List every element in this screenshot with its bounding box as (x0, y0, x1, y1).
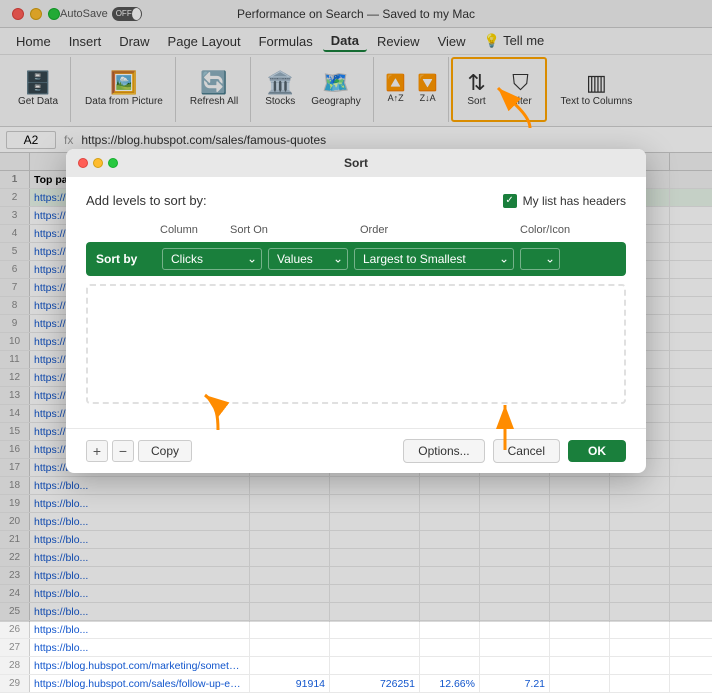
cell-d[interactable] (420, 657, 480, 674)
ok-button[interactable]: OK (568, 440, 626, 462)
order-select-wrap: Largest to Smallest Smallest to Largest … (354, 248, 514, 270)
cell-e[interactable] (480, 621, 550, 638)
footer-right-buttons: Options... Cancel OK (403, 439, 626, 463)
dialog-traffic-lights (78, 158, 118, 168)
cell-d[interactable] (420, 621, 480, 638)
sort-by-label: Sort by (96, 252, 156, 266)
cell-c[interactable] (330, 657, 420, 674)
row-number: 27 (0, 639, 30, 656)
dialog-title: Sort (344, 156, 368, 170)
cell-f[interactable] (550, 639, 610, 656)
color-select[interactable] (520, 248, 560, 270)
cell-c[interactable] (330, 621, 420, 638)
table-row[interactable]: 28 https://blog.hubspot.com/marketing/so… (0, 657, 712, 675)
order-select[interactable]: Largest to Smallest Smallest to Largest … (354, 248, 514, 270)
column-header: Column (90, 224, 210, 236)
options-button[interactable]: Options... (403, 439, 484, 463)
copy-level-button[interactable]: Copy (138, 440, 192, 462)
cell-d[interactable] (420, 639, 480, 656)
cell-a[interactable]: https://blog.hubspot.com/sales/follow-up… (30, 675, 250, 692)
cell-g[interactable] (610, 675, 670, 692)
cell-e[interactable] (480, 657, 550, 674)
row-number: 29 (0, 675, 30, 692)
dialog-titlebar: Sort (66, 149, 646, 177)
cell-b[interactable] (250, 657, 330, 674)
sort-on-select[interactable]: Values Cell Color Font Color (268, 248, 348, 270)
cell-e[interactable]: 7.21 (480, 675, 550, 692)
cancel-button[interactable]: Cancel (493, 439, 560, 463)
cell-f[interactable] (550, 675, 610, 692)
cell-g[interactable] (610, 639, 670, 656)
dialog-header-row: Add levels to sort by: ✓ My list has hea… (86, 193, 626, 208)
dialog-body: Add levels to sort by: ✓ My list has hea… (66, 177, 646, 428)
dialog-minimize-button[interactable] (93, 158, 103, 168)
delete-level-button[interactable]: − (112, 440, 134, 462)
dialog-close-button[interactable] (78, 158, 88, 168)
cell-g[interactable] (610, 657, 670, 674)
cell-a[interactable]: https://blo... (30, 621, 250, 638)
cell-b[interactable] (250, 639, 330, 656)
cell-c[interactable]: 726251 (330, 675, 420, 692)
table-row[interactable]: 29 https://blog.hubspot.com/sales/follow… (0, 675, 712, 693)
my-list-label: My list has headers (523, 194, 626, 208)
order-header: Order (340, 224, 510, 236)
my-list-headers-checkbox[interactable]: ✓ My list has headers (503, 194, 626, 208)
cell-g[interactable] (610, 621, 670, 638)
sort-row: Sort by Clicks Top pages Impressions CTR… (86, 242, 626, 276)
sort-columns-header: Column Sort On Order Color/Icon (86, 224, 626, 236)
dialog-maximize-button[interactable] (108, 158, 118, 168)
add-levels-text: Add levels to sort by: (86, 193, 207, 208)
row-number: 28 (0, 657, 30, 674)
add-level-button[interactable]: + (86, 440, 108, 462)
cell-a[interactable]: https://blo... (30, 639, 250, 656)
row-number: 26 (0, 621, 30, 638)
cell-a[interactable]: https://blog.hubspot.com/marketing/somet… (30, 657, 250, 674)
cell-b[interactable]: 91914 (250, 675, 330, 692)
color-header: Color/Icon (510, 224, 622, 236)
cell-c[interactable] (330, 639, 420, 656)
sort-dialog-overlay: Sort Add levels to sort by: ✓ My list ha… (0, 0, 712, 622)
cell-b[interactable] (250, 621, 330, 638)
sort-dialog: Sort Add levels to sort by: ✓ My list ha… (66, 149, 646, 473)
dialog-footer: + − Copy Options... Cancel OK (66, 428, 646, 473)
cell-f[interactable] (550, 621, 610, 638)
table-row[interactable]: 26 https://blo... (0, 621, 712, 639)
column-select[interactable]: Clicks Top pages Impressions CTR Positio… (162, 248, 262, 270)
sort-on-header: Sort On (210, 224, 340, 236)
cell-e[interactable] (480, 639, 550, 656)
footer-left-buttons: + − Copy (86, 440, 192, 462)
cell-f[interactable] (550, 657, 610, 674)
cell-d[interactable]: 12.66% (420, 675, 480, 692)
column-select-wrap: Clicks Top pages Impressions CTR Positio… (162, 248, 262, 270)
sort-empty-area (86, 284, 626, 404)
color-select-wrap (520, 248, 560, 270)
checkbox-icon: ✓ (503, 194, 517, 208)
table-row[interactable]: 27 https://blo... (0, 639, 712, 657)
sort-on-select-wrap: Values Cell Color Font Color (268, 248, 348, 270)
